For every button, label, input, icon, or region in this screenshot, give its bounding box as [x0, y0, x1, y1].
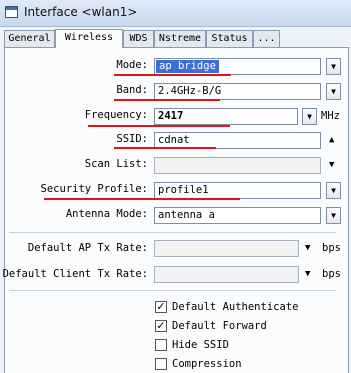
default-client-tx-rate-label: Default Client Tx Rate:: [2, 268, 148, 280]
mode-select[interactable]: ap bridge: [154, 58, 321, 75]
default-authenticate-checkbox[interactable]: ✓: [155, 301, 167, 313]
chevron-down-icon: ▼: [331, 87, 336, 96]
band-select[interactable]: 2.4GHz-B/G: [154, 83, 321, 100]
chevron-down-icon: ▼: [331, 211, 336, 220]
window-icon: [5, 6, 18, 18]
frequency-unit: MHz: [321, 110, 340, 122]
ssid-annotation-underline: [114, 147, 216, 149]
band-label: Band:: [116, 84, 148, 96]
chevron-down-icon: ▼: [331, 186, 336, 195]
separator: [9, 290, 336, 291]
check-icon: ✓: [156, 300, 166, 313]
separator: [9, 232, 336, 233]
security-profile-dropdown-button[interactable]: ▼: [326, 182, 341, 199]
hide-ssid-checkbox[interactable]: [155, 339, 167, 351]
triangle-down-icon[interactable]: ▼: [305, 240, 310, 257]
default-forward-checkbox[interactable]: ✓: [155, 320, 167, 332]
security-profile-label: Security Profile:: [40, 183, 148, 195]
mode-annotation-underline: [114, 74, 231, 76]
tab-nstreme[interactable]: Nstreme: [154, 30, 206, 47]
hide-ssid-label: Hide SSID: [172, 339, 229, 351]
security-profile-annotation-underline: [44, 198, 240, 200]
chevron-down-icon: ▼: [331, 62, 336, 71]
frequency-select[interactable]: 2417: [154, 108, 298, 125]
default-ap-tx-rate-unit: bps: [322, 242, 341, 254]
antenna-mode-select[interactable]: antenna a: [154, 207, 321, 224]
default-authenticate-label: Default Authenticate: [172, 301, 299, 313]
frequency-annotation-underline: [88, 125, 230, 127]
default-client-tx-rate-unit: bps: [322, 268, 341, 280]
check-icon: ✓: [156, 319, 166, 332]
triangle-down-icon[interactable]: ▼: [305, 266, 310, 283]
antenna-mode-label: Antenna Mode:: [65, 208, 148, 220]
tab-more[interactable]: ...: [253, 30, 280, 47]
band-dropdown-button[interactable]: ▼: [326, 83, 341, 100]
frequency-dropdown-button[interactable]: ▼: [302, 108, 317, 125]
tab-wireless[interactable]: Wireless: [55, 29, 123, 48]
compression-label: Compression: [172, 358, 242, 370]
antenna-mode-dropdown-button[interactable]: ▼: [326, 207, 341, 224]
triangle-up-icon[interactable]: ▲: [329, 132, 334, 149]
window-titlebar: Interface <wlan1>: [0, 0, 351, 27]
tab-general[interactable]: General: [4, 30, 55, 47]
default-ap-tx-rate-input[interactable]: [154, 240, 299, 257]
window-title: Interface <wlan1>: [24, 5, 138, 19]
mode-value: ap bridge: [156, 60, 219, 73]
frequency-label: Frequency:: [84, 109, 148, 121]
mode-dropdown-button[interactable]: ▼: [326, 58, 341, 75]
tab-wds[interactable]: WDS: [123, 30, 154, 47]
scan-list-input[interactable]: [154, 157, 321, 174]
default-client-tx-rate-input[interactable]: [154, 266, 299, 283]
security-profile-select[interactable]: profile1: [154, 182, 321, 199]
default-ap-tx-rate-label: Default AP Tx Rate:: [27, 242, 148, 254]
triangle-down-icon[interactable]: ▼: [329, 157, 334, 174]
ssid-label: SSID:: [116, 133, 148, 145]
compression-checkbox[interactable]: [155, 358, 167, 370]
tab-status[interactable]: Status: [206, 30, 253, 47]
band-annotation-underline: [114, 99, 220, 101]
default-forward-label: Default Forward: [172, 320, 267, 332]
scan-list-label: Scan List:: [84, 158, 148, 170]
mode-label: Mode:: [116, 59, 148, 71]
chevron-down-icon: ▼: [307, 112, 312, 121]
